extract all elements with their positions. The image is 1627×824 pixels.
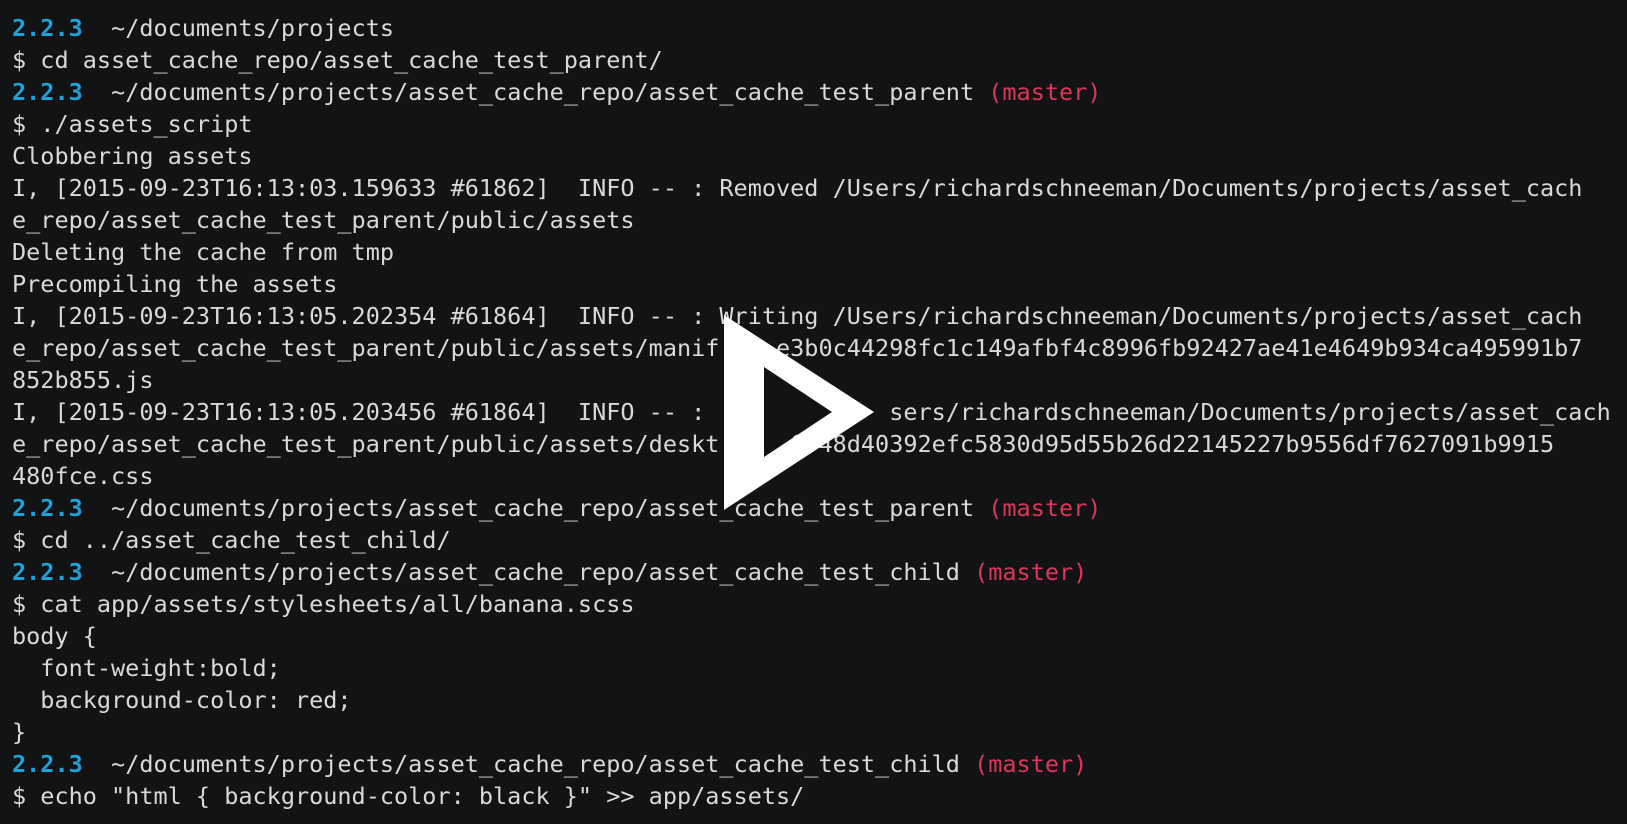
output-line: background-color: red; [12,686,352,714]
ruby-version: 2.2.3 [12,750,83,778]
prompt-line: 2.2.3 ~/documents/projects/asset_cache_r… [12,556,1611,588]
play-icon [724,315,874,510]
output-line: I, [2015-09-23T16:13:03.159633 #61862] I… [12,174,1583,202]
output-line: $ cd ../asset_cache_test_child/ [12,526,451,554]
output-line: Precompiling the assets [12,270,338,298]
output-line: font-weight:bold; [12,654,281,682]
output-line: e_repo/asset_cache_test_parent/public/as… [12,206,635,234]
output-line: body { [12,622,97,650]
output-line: $ ./assets_script [12,110,253,138]
git-branch: (master) [974,750,1088,778]
ruby-version: 2.2.3 [12,494,83,522]
ruby-version: 2.2.3 [12,558,83,586]
prompt-line: 2.2.3 ~/documents/projects/asset_cache_r… [12,748,1611,780]
output-line: $ echo "html { background-color: black }… [12,782,805,810]
git-branch: (master) [974,558,1088,586]
output-line: $ cd asset_cache_repo/asset_cache_test_p… [12,46,663,74]
output-line: Deleting the cache from tmp [12,238,395,266]
play-button[interactable] [724,315,904,510]
prompt-path: ~/documents/projects/asset_cache_repo/as… [111,558,960,586]
ruby-version: 2.2.3 [12,78,83,106]
prompt-path: ~/documents/projects/asset_cache_repo/as… [111,78,975,106]
terminal-window[interactable]: 2.2.3 ~/documents/projects $ cd asset_cac… [0,0,1627,824]
ruby-version: 2.2.3 [12,14,83,42]
prompt-path: ~/documents/projects/asset_cache_repo/as… [111,750,960,778]
git-branch: (master) [988,494,1102,522]
output-line: Clobbering assets [12,142,253,170]
output-line: $ cat app/assets/stylesheets/all/banana.… [12,590,635,618]
git-branch: (master) [988,78,1102,106]
prompt-line: 2.2.3 ~/documents/projects [12,12,1611,44]
output-line: } [12,718,27,746]
prompt-line: 2.2.3 ~/documents/projects/asset_cache_r… [12,76,1611,108]
prompt-path: ~/documents/projects [111,14,395,42]
